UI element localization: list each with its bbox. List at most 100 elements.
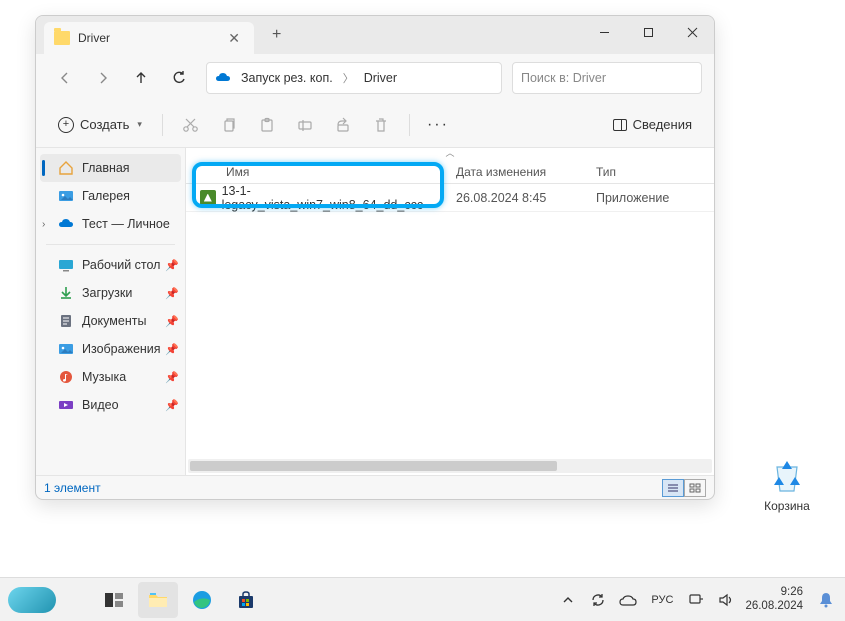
sidebar-item-home[interactable]: Главная xyxy=(40,154,181,182)
statusbar: 1 элемент xyxy=(36,475,714,499)
create-label: Создать xyxy=(80,117,129,132)
downloads-icon xyxy=(58,285,74,301)
explorer-window: Driver ✕ + Запуск рез. коп. 〉 Driver Пои… xyxy=(35,15,715,500)
sidebar-item-music[interactable]: Музыка 📌 xyxy=(36,363,185,391)
sidebar-item-personal[interactable]: › Тест — Личное xyxy=(36,210,185,238)
separator xyxy=(409,114,410,136)
details-pane-button[interactable]: Сведения xyxy=(603,111,702,138)
search-placeholder: Поиск в: Driver xyxy=(521,71,606,85)
content-area: ︿ Имя Дата изменения Тип 13-1-legacy_vis… xyxy=(186,148,714,475)
tray-network-icon[interactable] xyxy=(685,589,707,611)
column-date[interactable]: Дата изменения xyxy=(446,160,586,183)
paste-button[interactable] xyxy=(249,108,285,142)
sidebar-item-downloads[interactable]: Загрузки 📌 xyxy=(36,279,185,307)
toolbar: + Создать ▾ ··· Сведения xyxy=(36,102,714,148)
sidebar-item-desktop[interactable]: Рабочий стол 📌 xyxy=(36,251,185,279)
delete-button[interactable] xyxy=(363,108,399,142)
sidebar-label: Галерея xyxy=(82,189,130,203)
sidebar-label: Рабочий стол xyxy=(82,258,160,272)
widgets-button[interactable] xyxy=(8,587,56,613)
file-date: 26.08.2024 8:45 xyxy=(446,191,586,205)
videos-icon xyxy=(58,397,74,413)
cut-button[interactable] xyxy=(173,108,209,142)
sidebar-item-pictures[interactable]: Изображения 📌 xyxy=(36,335,185,363)
edge-taskbar-button[interactable] xyxy=(182,582,222,618)
sidebar: Главная Галерея › Тест — Личное Рабочий … xyxy=(36,148,186,475)
share-button[interactable] xyxy=(325,108,361,142)
sidebar-label: Видео xyxy=(82,398,119,412)
language-indicator[interactable]: РУС xyxy=(647,589,677,611)
recycle-bin-label: Корзина xyxy=(755,499,819,513)
icons-view-button[interactable] xyxy=(684,479,706,497)
sidebar-label: Главная xyxy=(82,161,130,175)
documents-icon xyxy=(58,313,74,329)
forward-button[interactable] xyxy=(86,61,120,95)
back-button[interactable] xyxy=(48,61,82,95)
breadcrumb-root[interactable]: Запуск рез. коп. xyxy=(237,69,337,87)
folder-icon xyxy=(54,31,70,45)
pin-icon: 📌 xyxy=(165,371,179,384)
home-icon xyxy=(58,160,74,176)
tab-driver[interactable]: Driver ✕ xyxy=(44,22,254,54)
music-icon xyxy=(58,369,74,385)
close-button[interactable] xyxy=(670,16,714,48)
details-pane-icon xyxy=(613,119,627,131)
new-tab-button[interactable]: + xyxy=(264,22,289,48)
sidebar-label: Тест — Личное xyxy=(82,217,170,231)
notifications-icon[interactable] xyxy=(815,589,837,611)
pin-icon: 📌 xyxy=(165,259,179,272)
recycle-bin-icon xyxy=(767,455,807,495)
view-toggle xyxy=(662,479,706,497)
close-tab-icon[interactable]: ✕ xyxy=(224,28,244,49)
tray-chevron-up-icon[interactable] xyxy=(557,589,579,611)
column-name[interactable]: Имя xyxy=(186,160,446,183)
search-input[interactable]: Поиск в: Driver xyxy=(512,62,702,94)
taskview-button[interactable] xyxy=(94,582,134,618)
plus-icon: + xyxy=(58,117,74,133)
tray-sync-icon[interactable] xyxy=(587,589,609,611)
minimize-button[interactable] xyxy=(582,16,626,48)
tray-volume-icon[interactable] xyxy=(715,589,737,611)
navbar: Запуск рез. коп. 〉 Driver Поиск в: Drive… xyxy=(36,54,714,102)
tray-onedrive-icon[interactable] xyxy=(617,589,639,611)
tab-title: Driver xyxy=(78,31,216,45)
pin-icon: 📌 xyxy=(165,315,179,328)
clock[interactable]: 9:26 26.08.2024 xyxy=(745,586,807,614)
rename-button[interactable] xyxy=(287,108,323,142)
store-taskbar-button[interactable] xyxy=(226,582,266,618)
create-button[interactable]: + Создать ▾ xyxy=(48,111,152,139)
recycle-bin[interactable]: Корзина xyxy=(755,455,819,513)
window-controls xyxy=(582,16,714,48)
details-label: Сведения xyxy=(633,117,692,132)
chevron-down-icon: ▾ xyxy=(137,119,142,130)
up-button[interactable] xyxy=(124,61,158,95)
item-count: 1 элемент xyxy=(44,481,101,495)
gallery-icon xyxy=(58,188,74,204)
maximize-button[interactable] xyxy=(626,16,670,48)
sidebar-item-documents[interactable]: Документы 📌 xyxy=(36,307,185,335)
pin-icon: 📌 xyxy=(165,287,179,300)
copy-button[interactable] xyxy=(211,108,247,142)
taskbar: РУС 9:26 26.08.2024 xyxy=(0,577,845,621)
column-type[interactable]: Тип xyxy=(586,160,714,183)
sidebar-label: Загрузки xyxy=(82,286,132,300)
sidebar-label: Музыка xyxy=(82,370,126,384)
file-row[interactable]: 13-1-legacy_vista_win7_win8_64_dd_ccc 26… xyxy=(186,184,714,212)
titlebar: Driver ✕ + xyxy=(36,16,714,54)
address-bar[interactable]: Запуск рез. коп. 〉 Driver xyxy=(206,62,502,94)
sidebar-label: Документы xyxy=(82,314,146,328)
details-view-button[interactable] xyxy=(662,479,684,497)
chevron-right-icon[interactable]: › xyxy=(42,219,45,230)
pin-icon: 📌 xyxy=(165,343,179,356)
collapse-grip[interactable]: ︿ xyxy=(186,148,714,160)
breadcrumb-current[interactable]: Driver xyxy=(360,69,401,87)
sidebar-item-gallery[interactable]: Галерея xyxy=(36,182,185,210)
application-icon xyxy=(200,190,216,206)
time: 9:26 xyxy=(745,586,803,600)
explorer-taskbar-button[interactable] xyxy=(138,582,178,618)
refresh-button[interactable] xyxy=(162,61,196,95)
scrollbar-thumb[interactable] xyxy=(190,461,557,471)
sidebar-item-videos[interactable]: Видео 📌 xyxy=(36,391,185,419)
more-button[interactable]: ··· xyxy=(420,116,456,134)
horizontal-scrollbar[interactable] xyxy=(188,459,712,473)
